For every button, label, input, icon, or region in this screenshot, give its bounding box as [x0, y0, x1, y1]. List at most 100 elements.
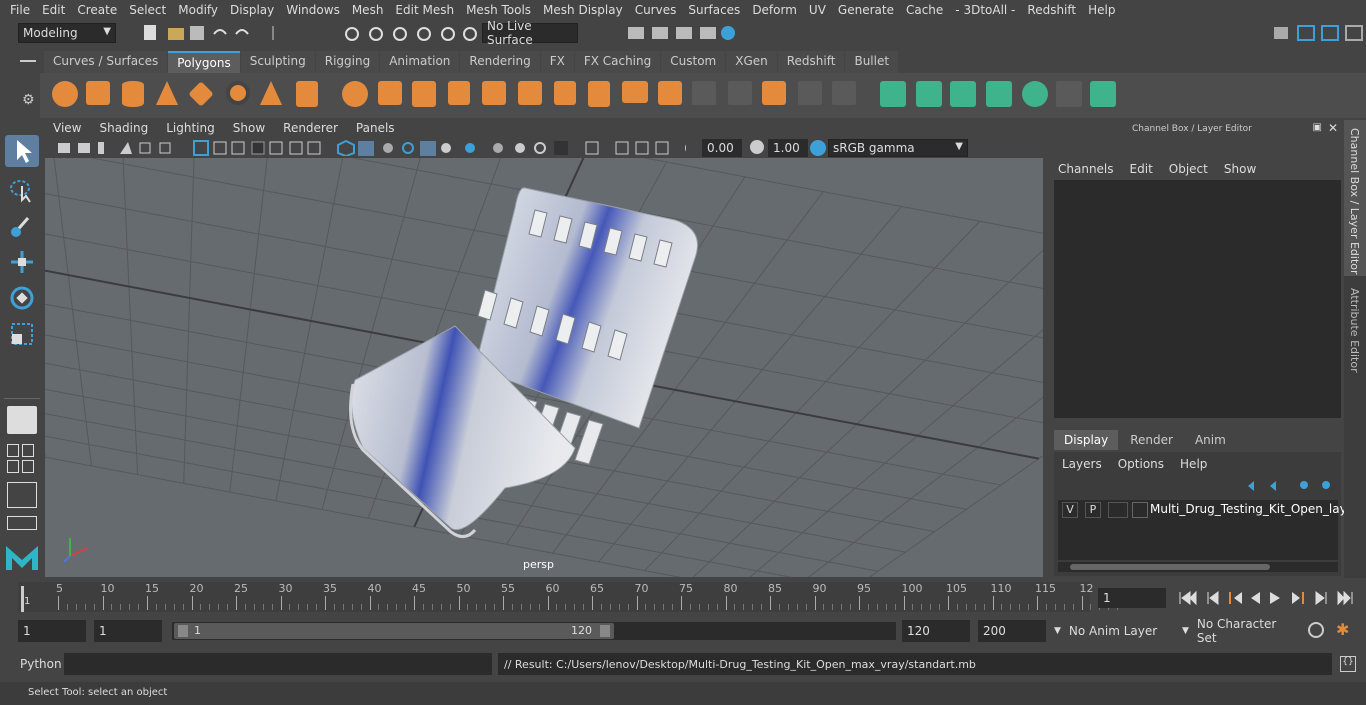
shelf-menu-icon[interactable] — [20, 55, 36, 69]
end-time-field[interactable]: 200 — [978, 620, 1046, 642]
layer-tab[interactable]: Display — [1054, 430, 1119, 450]
range-slider[interactable]: 1 120 — [172, 622, 896, 640]
layer-visibility-toggle[interactable]: V — [1062, 502, 1078, 518]
menu-item[interactable]: Edit — [36, 3, 71, 17]
layer-playback-toggle[interactable]: P — [1085, 502, 1101, 518]
menu-item[interactable]: Mesh Display — [537, 3, 629, 17]
script-language-toggle[interactable]: Python — [20, 657, 62, 671]
reduce-icon[interactable] — [798, 81, 822, 105]
viewport-menu-item[interactable]: Show — [224, 120, 274, 138]
playback-end-field[interactable]: 120 — [902, 620, 970, 642]
menu-item[interactable]: Windows — [280, 3, 346, 17]
shelf-tab[interactable]: Sculpting — [240, 51, 315, 73]
combine-icon[interactable] — [342, 81, 368, 107]
shelf-tab[interactable]: Custom — [661, 51, 726, 73]
gamma-field[interactable]: 1.00 — [768, 139, 808, 157]
command-input[interactable] — [64, 653, 492, 675]
menu-item[interactable]: Surfaces — [682, 3, 746, 17]
shelf-tab[interactable]: FX — [540, 51, 574, 73]
timeline-ruler[interactable]: 1 5 10 15 20 25 30 35 40 45 50 55 60 65 70 75 80 85 90 95 1… — [18, 582, 1119, 612]
poly-pyramid-icon[interactable] — [260, 81, 282, 105]
triangulate-icon[interactable] — [832, 81, 856, 105]
layer-tab[interactable]: Anim — [1184, 430, 1236, 450]
uv-auto-icon[interactable] — [986, 81, 1012, 107]
perspective-viewport[interactable]: persp — [45, 158, 1043, 577]
poly-cylinder-icon[interactable] — [122, 81, 144, 107]
scale-tool-icon[interactable] — [8, 320, 36, 348]
poly-cube-icon[interactable] — [86, 81, 110, 105]
layer-menu-item[interactable]: Options — [1118, 457, 1164, 471]
menu-item[interactable]: Display — [224, 3, 280, 17]
range-start-grip[interactable] — [178, 625, 188, 637]
live-surface-field[interactable]: No Live Surface — [482, 19, 578, 47]
shelf-tab[interactable]: FX Caching — [574, 51, 661, 73]
menu-item[interactable]: Mesh — [346, 3, 390, 17]
menu-item[interactable]: Modify — [172, 3, 224, 17]
shelf-tab[interactable]: Curves / Surfaces — [44, 51, 168, 73]
channel-box-menu-item[interactable]: Object — [1169, 162, 1208, 176]
two-view-layout-icon[interactable] — [7, 482, 37, 508]
animation-prefs-icon[interactable]: ✱ — [1336, 620, 1349, 639]
separate-icon[interactable] — [378, 81, 402, 105]
colorspace-dropdown[interactable]: sRGB gamma ▼ — [828, 139, 968, 157]
paint-select-icon[interactable] — [8, 212, 36, 240]
viewport-menu-item[interactable]: View — [44, 120, 90, 138]
edge-loop-icon[interactable] — [588, 81, 610, 107]
render-tools-icons[interactable] — [600, 22, 740, 44]
menu-item[interactable]: Curves — [629, 3, 683, 17]
time-slider[interactable]: 1 5 10 15 20 25 30 35 40 45 50 55 60 65 70 75 80 85 90 95 1… — [0, 580, 1366, 616]
menu-item[interactable]: File — [0, 3, 36, 17]
gear-icon[interactable]: ⚙ — [22, 92, 35, 108]
uv-editor-icon[interactable] — [1056, 81, 1082, 107]
channel-box-menu-item[interactable]: Edit — [1130, 162, 1153, 176]
workspace-icons[interactable] — [1270, 22, 1366, 44]
mirror-icon[interactable] — [728, 81, 752, 105]
layer-tools-icons[interactable] — [1244, 478, 1336, 492]
tab-channel-box[interactable]: Channel Box / Layer Editor — [1344, 120, 1366, 276]
poly-cone-icon[interactable] — [156, 81, 178, 105]
menu-item[interactable]: Mesh Tools — [460, 3, 537, 17]
viewport-menu-item[interactable]: Lighting — [157, 120, 224, 138]
menu-item[interactable]: Select — [123, 3, 172, 17]
shelf-tab[interactable]: Polygons — [168, 51, 240, 73]
shelf-tab[interactable]: Bullet — [845, 51, 899, 73]
current-frame-field[interactable]: 1 — [1098, 588, 1166, 608]
bevel-icon[interactable] — [482, 81, 506, 105]
menu-item[interactable]: Generate — [832, 3, 900, 17]
drug-test-kit-model[interactable] — [349, 187, 698, 538]
menu-item[interactable]: Cache — [900, 3, 949, 17]
fill-hole-icon[interactable] — [692, 81, 716, 105]
viewport-menu-item[interactable]: Shading — [90, 120, 157, 138]
shelf-tab[interactable]: Animation — [380, 51, 460, 73]
viewport-menu-item[interactable]: Renderer — [274, 120, 347, 138]
lasso-tool-icon[interactable] — [8, 176, 36, 204]
poly-sphere-icon[interactable] — [52, 81, 78, 107]
playback-start-field[interactable]: 1 — [94, 620, 162, 642]
uv-planar-icon[interactable] — [880, 81, 906, 107]
menu-item[interactable]: Redshift — [1021, 3, 1082, 17]
target-weld-icon[interactable] — [622, 81, 648, 103]
layer-tab[interactable]: Render — [1120, 430, 1183, 450]
extrude-icon[interactable] — [412, 81, 436, 107]
tab-attribute-editor[interactable]: Attribute Editor — [1344, 282, 1366, 382]
layer-row[interactable]: V P Multi_Drug_Testing_Kit_Open_layer — [1058, 500, 1359, 520]
shelf-tab[interactable]: Rendering — [460, 51, 540, 73]
append-icon[interactable] — [518, 81, 542, 105]
range-end-grip[interactable] — [600, 625, 610, 637]
anim-layer-dropdown[interactable]: ▼ No Anim Layer — [1050, 620, 1168, 642]
viewport-menu-item[interactable]: Panels — [347, 120, 404, 138]
layer-menu-item[interactable]: Layers — [1062, 457, 1102, 471]
rotate-tool-icon[interactable] — [8, 284, 36, 312]
bridge-icon[interactable] — [448, 81, 470, 105]
scroll-thumb[interactable] — [1070, 564, 1270, 570]
menu-item[interactable]: Edit Mesh — [389, 3, 460, 17]
uv-sew-icon[interactable] — [1022, 81, 1048, 107]
playback-controls[interactable] — [1172, 588, 1362, 608]
smooth-icon[interactable] — [762, 81, 786, 105]
mode-dropdown[interactable]: Modeling ▼ — [18, 23, 116, 43]
four-view-layout-icon[interactable] — [7, 444, 37, 473]
menu-item[interactable]: Help — [1082, 3, 1121, 17]
uv-layout-icon[interactable] — [1090, 81, 1116, 107]
layer-display-type[interactable] — [1108, 502, 1128, 518]
range-slider-handle[interactable]: 1 120 — [174, 623, 614, 639]
